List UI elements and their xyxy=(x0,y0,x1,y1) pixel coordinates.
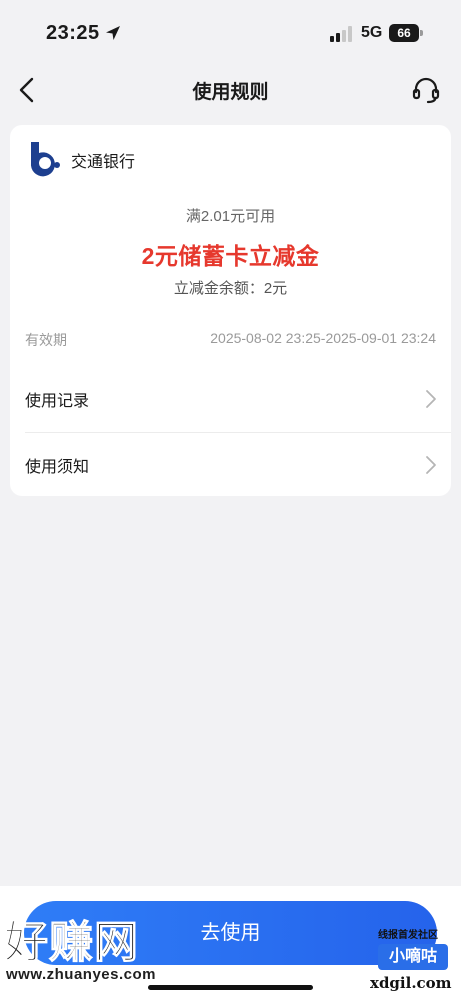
watermark-right-badge: 小嘀咕 xyxy=(378,944,448,970)
network-label: 5G xyxy=(361,24,383,41)
validity-label: 有效期 xyxy=(25,332,67,348)
usage-record-row[interactable]: 使用记录 xyxy=(10,365,451,429)
watermark-logo-right: 线报首发社区 小嘀咕 xdgil.com xyxy=(370,922,458,996)
watermark-logo-left: 好赚网 www.zhuanyes.com xyxy=(4,906,190,994)
coupon-balance: 立减金余额：2元 xyxy=(173,280,288,297)
bank-logo-icon xyxy=(30,142,60,177)
validity-value: 2025-08-02 23:25-2025-09-01 23:24 xyxy=(210,330,436,346)
watermark-left-title: 好赚网 xyxy=(4,918,139,968)
signal-icon xyxy=(330,26,352,42)
customer-service-button[interactable] xyxy=(410,74,442,106)
battery-icon: 66 xyxy=(389,24,423,42)
battery-level: 66 xyxy=(389,24,419,42)
location-arrow-icon xyxy=(106,26,120,40)
usage-notice-label: 使用须知 xyxy=(25,459,90,476)
usage-condition: 满2.01元可用 xyxy=(185,208,276,225)
coupon-title: 2元储蓄卡立减金 xyxy=(141,243,320,269)
usage-record-label: 使用记录 xyxy=(25,393,90,410)
usage-notice-row[interactable]: 使用须知 xyxy=(10,431,451,495)
battery-cap xyxy=(420,30,423,36)
bank-name: 交通银行 xyxy=(71,154,136,171)
status-bar: 23:25 5G 66 xyxy=(0,0,461,68)
watermark-right-url: xdgil.com xyxy=(370,974,452,992)
coupon-card: 交通银行 满2.01元可用 2元储蓄卡立减金 立减金余额：2元 有效期 2025… xyxy=(10,125,451,496)
chevron-right-icon xyxy=(426,456,436,474)
nav-bar: 使用规则 xyxy=(0,68,461,112)
chevron-right-icon xyxy=(426,390,436,408)
home-indicator xyxy=(148,985,313,990)
page-title: 使用规则 xyxy=(192,82,269,103)
headset-icon xyxy=(412,77,440,104)
status-time: 23:25 xyxy=(46,22,100,44)
watermark-right-tagline: 线报首发社区 xyxy=(378,930,438,941)
watermark-left-url: www.zhuanyes.com xyxy=(6,966,156,983)
